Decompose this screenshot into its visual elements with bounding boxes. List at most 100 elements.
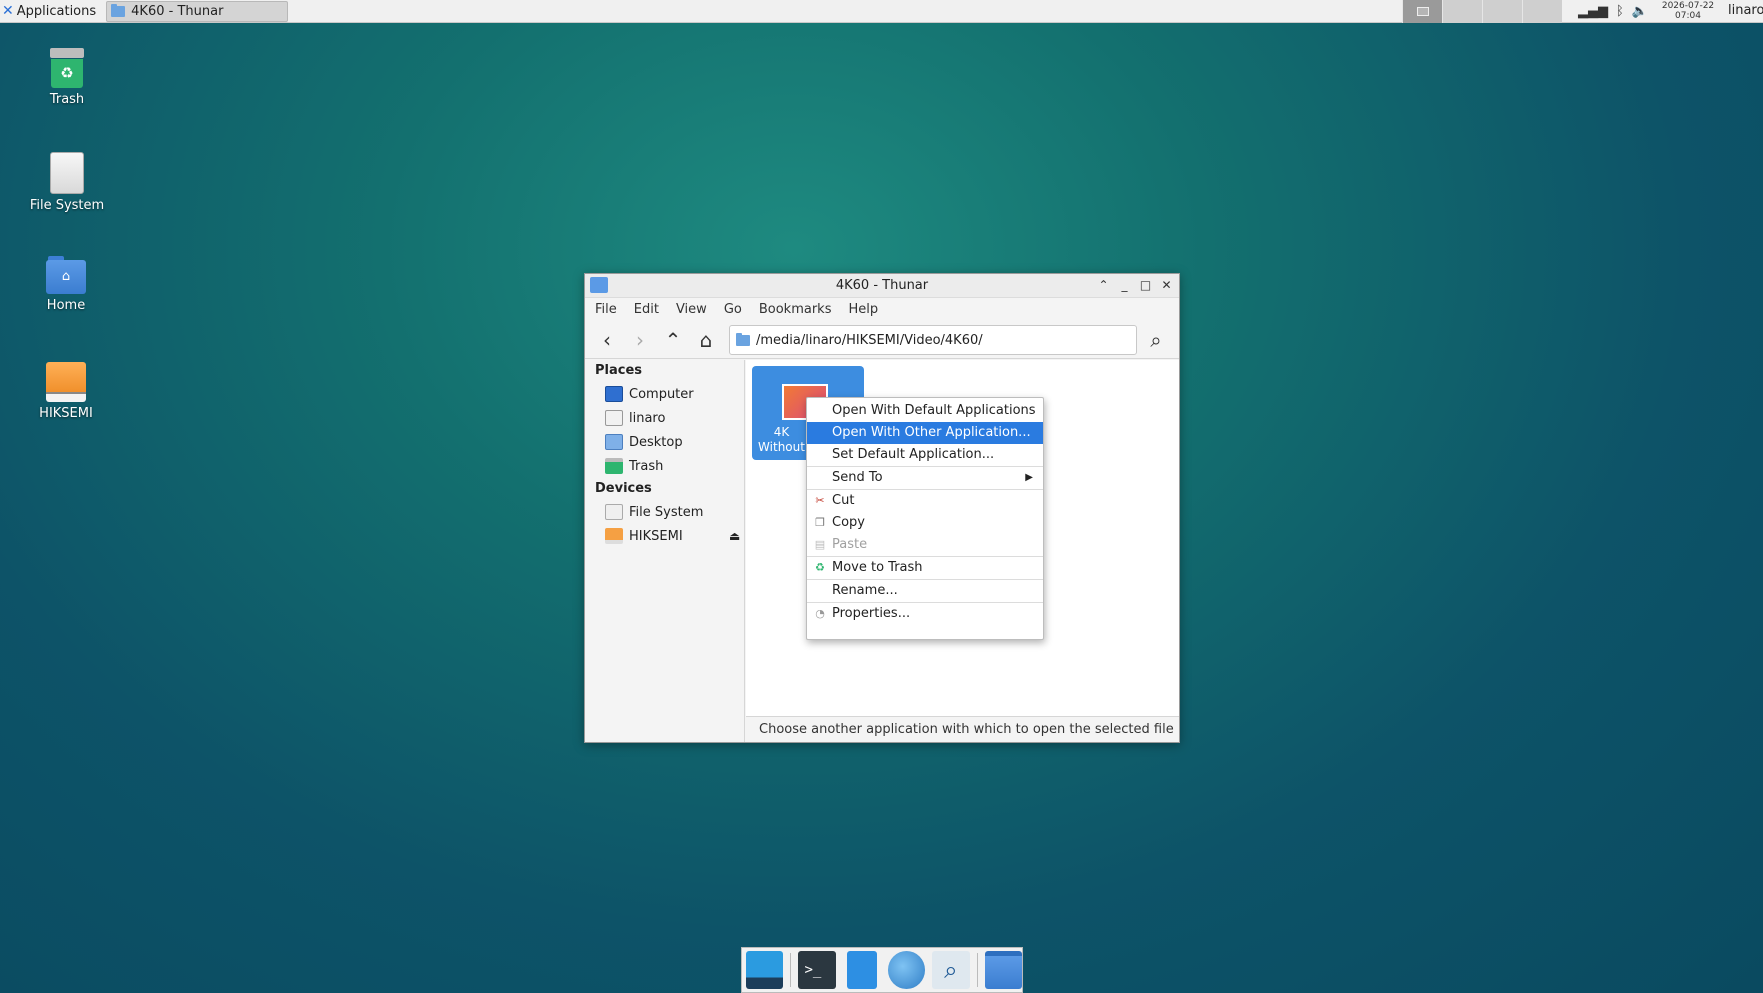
- app-finder-icon[interactable]: ⌕: [932, 951, 970, 989]
- home-icon: [605, 410, 623, 426]
- menu-item-paste[interactable]: ▤ Paste: [807, 534, 1043, 556]
- menu-item-label: Open With Default Applications: [832, 403, 1036, 418]
- dock-separator: [790, 953, 792, 987]
- menu-item-properties[interactable]: ◔ Properties...: [807, 603, 1043, 625]
- workspace-4[interactable]: [1522, 0, 1562, 23]
- sidebar-item-label: Trash: [629, 458, 664, 474]
- forward-button[interactable]: ›: [627, 327, 653, 353]
- menu-item-label: Open With Other Application...: [832, 425, 1031, 440]
- clock[interactable]: 2026-07-22 07:04: [1655, 1, 1721, 21]
- shade-button[interactable]: ⌃: [1095, 276, 1112, 294]
- desktop-icon-label: HIKSEMI: [39, 406, 93, 421]
- menu-item-rename[interactable]: Rename...: [807, 580, 1043, 602]
- menu-bookmarks[interactable]: Bookmarks: [759, 302, 832, 317]
- user-menu[interactable]: linaro: [1728, 3, 1763, 18]
- xfce-logo-icon: ✕: [2, 3, 14, 19]
- menu-item-label: Set Default Application...: [832, 447, 995, 462]
- clock-time: 07:04: [1675, 11, 1701, 21]
- menubar: File Edit View Go Bookmarks Help: [585, 298, 1179, 321]
- search-button[interactable]: ⌕: [1143, 327, 1169, 353]
- menu-item-copy[interactable]: ❐ Copy: [807, 512, 1043, 534]
- menu-item-label: Rename...: [832, 583, 898, 598]
- window-title: 4K60 - Thunar: [835, 278, 929, 293]
- menu-item-set-default[interactable]: Set Default Application...: [807, 444, 1043, 466]
- menu-help[interactable]: Help: [848, 302, 878, 317]
- toolbar: ‹ › ⌃ ⌂ /media/linaro/HIKSEMI/Video/4K60…: [585, 321, 1179, 359]
- sidebar-item-home[interactable]: linaro: [585, 406, 744, 430]
- minimize-button[interactable]: _: [1116, 276, 1133, 294]
- scissors-icon: ✂: [815, 494, 825, 507]
- devices-heading: Devices: [595, 481, 652, 496]
- home-button[interactable]: ⌂: [693, 327, 719, 353]
- sidebar-item-hiksemi[interactable]: HIKSEMI ⏏: [585, 524, 744, 548]
- maximize-button[interactable]: □: [1137, 276, 1154, 294]
- taskbar-window-button[interactable]: 4K60 - Thunar: [106, 0, 289, 22]
- file-manager-icon[interactable]: [847, 951, 877, 989]
- workspace-2[interactable]: [1442, 0, 1482, 23]
- menu-edit[interactable]: Edit: [634, 302, 659, 317]
- taskbar-window-label: 4K60 - Thunar: [131, 3, 224, 19]
- window-titlebar[interactable]: 4K60 - Thunar ⌃ _ □ ✕: [585, 274, 1179, 298]
- terminal-icon[interactable]: >_: [798, 951, 837, 989]
- context-menu: Open With Default Applications Open With…: [806, 397, 1044, 640]
- menu-item-open-with-other[interactable]: Open With Other Application...: [807, 422, 1043, 444]
- usb-drive-icon: [605, 528, 623, 544]
- file-name-line: Without: [758, 440, 805, 454]
- drive-icon: [50, 152, 84, 194]
- menu-item-cut[interactable]: ✂ Cut: [807, 490, 1043, 512]
- top-panel: ✕ Applications 4K60 - Thunar ▂▄▆ ᛒ 🔈 202…: [0, 0, 1763, 23]
- volume-icon[interactable]: 🔈: [1632, 4, 1648, 19]
- sidebar-item-label: Desktop: [629, 434, 683, 450]
- parent-folder-button[interactable]: ⌃: [660, 327, 686, 353]
- sidebar-item-label: linaro: [629, 410, 666, 426]
- properties-icon: ◔: [815, 607, 825, 620]
- web-browser-icon[interactable]: [887, 951, 926, 989]
- dock-separator: [976, 953, 978, 987]
- menu-item-open-default[interactable]: Open With Default Applications: [807, 400, 1043, 422]
- folder-icon[interactable]: [984, 951, 1022, 989]
- trash-icon: ♻: [50, 48, 84, 88]
- sidebar-item-file-system[interactable]: File System: [585, 500, 744, 524]
- menu-file[interactable]: File: [595, 302, 617, 317]
- show-desktop-icon[interactable]: [746, 951, 784, 989]
- workspace-1[interactable]: [1402, 0, 1442, 23]
- file-name-line: 4K: [773, 425, 790, 439]
- status-bar: Choose another application with which to…: [746, 716, 1179, 742]
- menu-item-label: Cut: [832, 493, 855, 508]
- desktop-icon-label: Home: [46, 298, 86, 313]
- desktop-icon: [605, 434, 623, 450]
- menu-item-send-to[interactable]: Send To ▶: [807, 467, 1043, 489]
- desktop-icon-trash[interactable]: ♻ Trash: [12, 48, 122, 107]
- submenu-arrow-icon: ▶: [1025, 472, 1033, 483]
- workspace-3[interactable]: [1482, 0, 1522, 23]
- menu-view[interactable]: View: [676, 302, 707, 317]
- trash-icon: ♻: [815, 561, 825, 574]
- eject-icon[interactable]: ⏏: [729, 529, 740, 543]
- back-button[interactable]: ‹: [594, 327, 620, 353]
- sidebar-item-computer[interactable]: Computer: [585, 382, 744, 406]
- places-heading: Places: [595, 363, 643, 378]
- desktop-icon-home[interactable]: ⌂ Home: [11, 256, 121, 313]
- desktop-icon-hiksemi[interactable]: HIKSEMI: [11, 362, 121, 421]
- desktop-icon-label: Trash: [49, 92, 85, 107]
- desktop-icon-file-system[interactable]: File System: [12, 152, 122, 213]
- menu-item-label: Paste: [832, 537, 868, 552]
- network-signal-icon[interactable]: ▂▄▆: [1578, 4, 1608, 19]
- sidebar: Places Computer linaro Desktop Trash Dev…: [585, 360, 745, 742]
- drive-icon: [605, 504, 623, 520]
- bluetooth-icon[interactable]: ᛒ: [1616, 4, 1624, 19]
- menu-item-label: Properties...: [832, 606, 911, 621]
- copy-icon: ❐: [815, 516, 825, 529]
- home-folder-icon: ⌂: [46, 256, 86, 294]
- usb-drive-icon: [46, 362, 86, 402]
- sidebar-item-label: Computer: [629, 386, 694, 402]
- applications-menu-button[interactable]: ✕ Applications: [0, 0, 100, 23]
- menu-go[interactable]: Go: [724, 302, 742, 317]
- location-bar[interactable]: /media/linaro/HIKSEMI/Video/4K60/: [729, 325, 1137, 355]
- menu-item-move-to-trash[interactable]: ♻ Move to Trash: [807, 557, 1043, 579]
- menu-item-label: Copy: [832, 515, 865, 530]
- close-button[interactable]: ✕: [1158, 276, 1175, 294]
- sidebar-item-trash[interactable]: Trash: [585, 454, 744, 478]
- applications-label: Applications: [16, 3, 97, 19]
- sidebar-item-desktop[interactable]: Desktop: [585, 430, 744, 454]
